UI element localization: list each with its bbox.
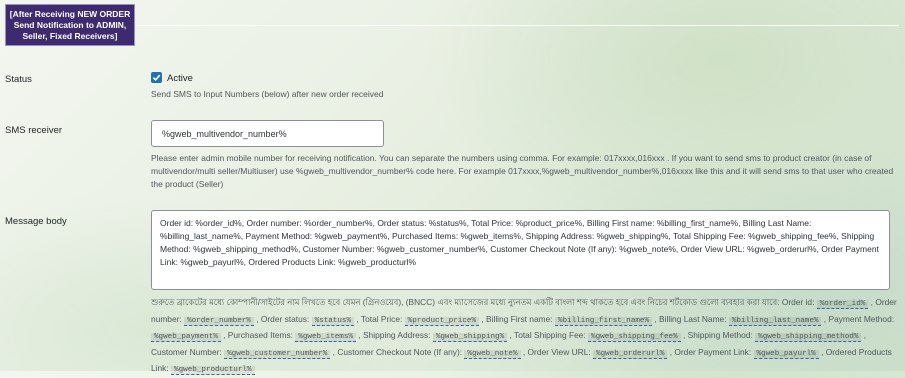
message-body-help: শুরুতে ব্রাকেটের মধ্যে কোম্পানী/সাইটের ন… [151, 295, 899, 378]
shortcode-token: %gweb_shipping_method% [755, 333, 862, 342]
shortcode-token: %gweb_note% [464, 349, 521, 359]
shortcode-label: Order View URL: [527, 346, 594, 357]
shortcode-label: Shipping Method: [687, 330, 756, 340]
active-checkbox-label[interactable]: Active [167, 73, 193, 84]
shortcode-label: Order Payment Link: [674, 346, 754, 357]
help-intro: শুরুতে ব্রাকেটের মধ্যে কোম্পানী/সাইটের ন… [151, 297, 780, 307]
shortcode-token: %gweb_payurl% [753, 349, 819, 359]
shortcode-token: %order_id% [816, 300, 869, 309]
shortcode-label: Billing First name: [486, 313, 555, 324]
shortcode-token: %gweb_customer_number% [224, 349, 331, 359]
shortcode-label: Payment Method: [828, 313, 895, 324]
sms-receiver-input[interactable]: %gweb_multivendor_number% [151, 120, 384, 147]
sms-receiver-label: SMS receiver [5, 125, 63, 136]
shortcode-token: %gweb_items% [295, 333, 356, 342]
shortcode-label: Order status: [260, 313, 312, 324]
shortcode-list: Order id: %order_id% , Order number: %or… [151, 297, 897, 375]
sms-receiver-description: Please enter admin mobile number for rec… [151, 153, 894, 189]
status-label: Status [5, 74, 32, 85]
shortcode-label: Billing Last Name: [659, 313, 729, 324]
shortcode-token: %billing_last_name% [728, 316, 822, 326]
shortcode-label: Order id: [781, 297, 817, 307]
shortcode-label: Shipping Address: [362, 330, 433, 340]
message-body-textarea[interactable]: Order id: %order_id%, Order number: %ord… [151, 210, 890, 290]
shortcode-token: %gweb_shipping_fee% [588, 333, 681, 342]
shortcode-label: Purchased Items: [227, 330, 296, 340]
shortcode-token: %status% [311, 316, 355, 326]
shortcode-token: %product_price% [404, 316, 480, 326]
shortcode-token: %gweb_payment% [151, 333, 221, 342]
shortcode-token: %billing_first_name% [554, 316, 653, 326]
shortcode-token: %gweb_shipping% [432, 333, 508, 342]
section-badge: [After Receiving NEW ORDER Send Notifica… [5, 4, 135, 46]
section-badge-text: [After Receiving NEW ORDER Send Notifica… [9, 8, 131, 41]
shortcode-label: Customer Checkout Note (If any): [337, 346, 465, 357]
shortcode-label: Total Shipping Fee: [514, 330, 589, 340]
shortcode-label: Total Price: [360, 313, 405, 324]
shortcode-token: %gweb_orderurl% [593, 349, 668, 359]
shortcode-token: %order_number% [184, 316, 254, 326]
checkmark-icon [152, 74, 161, 82]
message-body-label: Message body [5, 216, 67, 227]
shortcode-label: Customer Number: [151, 346, 225, 357]
active-checkbox[interactable] [151, 72, 162, 83]
status-description: Send SMS to Input Numbers (below) after … [151, 89, 384, 99]
section-divider [136, 25, 899, 26]
